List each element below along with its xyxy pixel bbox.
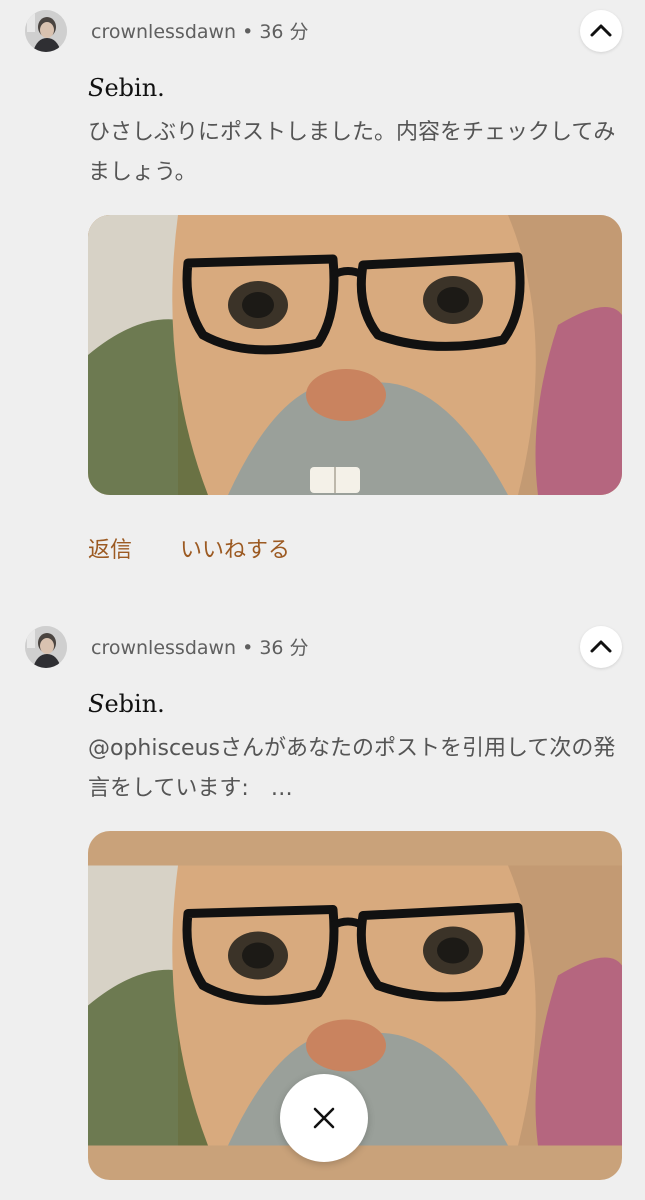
close-button[interactable] <box>280 1074 368 1162</box>
avatar[interactable] <box>25 626 67 668</box>
author-name[interactable]: Sebin. <box>88 74 165 102</box>
post-text[interactable]: @ophisceusさんがあなたのポストを引用して次の発言をしています: … <box>88 729 623 809</box>
like-button[interactable]: いいねする <box>180 532 290 564</box>
chevron-up-icon <box>590 24 612 37</box>
avatar-image <box>25 10 67 52</box>
collapse-button[interactable] <box>580 626 622 668</box>
post-text[interactable]: ひさしぶりにポストしました。内容をチェックしてみましょう。 <box>88 113 623 193</box>
author-name-initial: S <box>88 74 105 102</box>
post-meta: crownlessdawn • 36 分 <box>91 11 309 53</box>
meta-separator: • <box>242 637 254 659</box>
avatar-image <box>25 626 67 668</box>
author-name-initial: S <box>88 690 105 718</box>
post-meta: crownlessdawn • 36 分 <box>91 627 309 669</box>
notification-feed: crownlessdawn • 36 分 Sebin. ひさしぶりにポストしました。… <box>0 0 645 1200</box>
close-icon <box>313 1107 335 1129</box>
username[interactable]: crownlessdawn <box>91 637 236 659</box>
collapse-button[interactable] <box>580 10 622 52</box>
timestamp: 36 分 <box>259 21 309 43</box>
author-name-rest: ebin. <box>104 74 165 102</box>
post-actions: 返信 いいねする <box>88 532 290 564</box>
chevron-up-icon <box>590 640 612 653</box>
cat-with-glasses-image <box>88 215 622 495</box>
reply-button[interactable]: 返信 <box>88 532 132 564</box>
timestamp: 36 分 <box>259 637 309 659</box>
author-name-rest: ebin. <box>104 690 165 718</box>
avatar[interactable] <box>25 10 67 52</box>
author-name[interactable]: Sebin. <box>88 690 165 718</box>
username[interactable]: crownlessdawn <box>91 21 236 43</box>
meta-separator: • <box>242 21 254 43</box>
post-media[interactable] <box>88 215 622 495</box>
